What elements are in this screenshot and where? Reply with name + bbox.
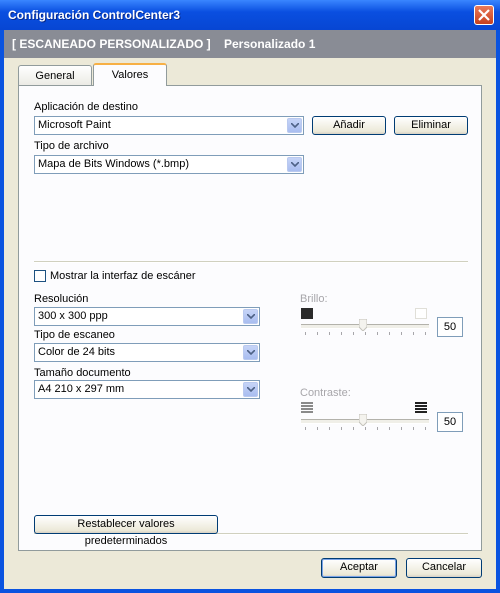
contrast-tick bbox=[341, 427, 342, 430]
scan-type-label: Tipo de escaneo bbox=[34, 329, 115, 341]
document-size-value: A4 210 x 297 mm bbox=[38, 383, 125, 395]
contrast-tick bbox=[305, 427, 306, 430]
file-type-select[interactable]: Mapa de Bits Windows (*.bmp) bbox=[34, 155, 304, 174]
contrast-tick bbox=[353, 427, 354, 430]
settings-panel: Aplicación de destino Microsoft Paint Añ… bbox=[18, 85, 482, 551]
resolution-label: Resolución bbox=[34, 293, 89, 305]
contrast-value[interactable]: 50 bbox=[437, 412, 463, 432]
dark-square-icon bbox=[301, 308, 313, 319]
dialog-body: [ ESCANEADO PERSONALIZADO ] Personalizad… bbox=[4, 30, 496, 589]
header-scan-type: [ ESCANEADO PERSONALIZADO ] bbox=[12, 37, 211, 51]
tab-valores-label: Valores bbox=[111, 69, 149, 81]
contrast-slider-thumb[interactable] bbox=[358, 413, 368, 427]
file-type-value: Mapa de Bits Windows (*.bmp) bbox=[38, 158, 189, 170]
close-button[interactable] bbox=[474, 5, 494, 25]
contrast-tick bbox=[377, 427, 378, 430]
contrast-tick bbox=[365, 427, 366, 430]
remove-button[interactable]: Eliminar bbox=[394, 116, 468, 135]
destination-app-label: Aplicación de destino bbox=[34, 101, 138, 113]
header-profile-name: Personalizado 1 bbox=[224, 37, 316, 51]
brightness-tick bbox=[341, 332, 342, 335]
brightness-tick bbox=[401, 332, 402, 335]
brightness-tick bbox=[329, 332, 330, 335]
show-scanner-interface-label[interactable]: Mostrar la interfaz de escáner bbox=[50, 270, 196, 282]
brightness-tick bbox=[365, 332, 366, 335]
chevron-down-icon[interactable] bbox=[243, 345, 258, 360]
add-button[interactable]: Añadir bbox=[312, 116, 386, 135]
document-size-select[interactable]: A4 210 x 297 mm bbox=[34, 380, 260, 399]
tab-valores[interactable]: Valores bbox=[93, 63, 167, 86]
contrast-tick bbox=[389, 427, 390, 430]
brightness-slider-thumb[interactable] bbox=[358, 318, 368, 332]
accept-button[interactable]: Aceptar bbox=[321, 558, 397, 578]
destination-app-select[interactable]: Microsoft Paint bbox=[34, 116, 304, 135]
chevron-down-icon[interactable] bbox=[287, 118, 302, 133]
brightness-tick bbox=[353, 332, 354, 335]
contrast-tick bbox=[413, 427, 414, 430]
close-icon bbox=[478, 9, 490, 21]
title-bar[interactable]: Configuración ControlCenter3 bbox=[0, 0, 500, 30]
divider bbox=[34, 261, 468, 263]
show-scanner-interface-checkbox[interactable] bbox=[34, 270, 46, 282]
destination-app-value: Microsoft Paint bbox=[38, 119, 111, 131]
window-title: Configuración ControlCenter3 bbox=[8, 8, 181, 22]
contrast-tick bbox=[317, 427, 318, 430]
cancel-button[interactable]: Cancelar bbox=[406, 558, 482, 578]
scan-type-value: Color de 24 bits bbox=[38, 346, 116, 358]
scan-type-select[interactable]: Color de 24 bits bbox=[34, 343, 260, 362]
low-contrast-icon bbox=[301, 402, 313, 413]
brightness-label: Brillo: bbox=[300, 293, 328, 305]
brightness-tick bbox=[317, 332, 318, 335]
brightness-tick bbox=[305, 332, 306, 335]
brightness-tick bbox=[377, 332, 378, 335]
light-square-icon bbox=[415, 308, 427, 319]
brightness-tick bbox=[413, 332, 414, 335]
dialog-window: Configuración ControlCenter3 [ ESCANEADO… bbox=[0, 0, 500, 593]
high-contrast-icon bbox=[415, 402, 427, 413]
tab-general[interactable]: General bbox=[18, 65, 92, 85]
file-type-label: Tipo de archivo bbox=[34, 140, 109, 152]
brightness-tick bbox=[389, 332, 390, 335]
contrast-tick bbox=[329, 427, 330, 430]
contrast-label: Contraste: bbox=[300, 387, 351, 399]
chevron-down-icon[interactable] bbox=[243, 382, 258, 397]
contrast-tick bbox=[401, 427, 402, 430]
resolution-value: 300 x 300 ppp bbox=[38, 310, 108, 322]
resolution-select[interactable]: 300 x 300 ppp bbox=[34, 307, 260, 326]
document-size-label: Tamaño documento bbox=[34, 367, 131, 379]
contrast-tick bbox=[425, 427, 426, 430]
chevron-down-icon[interactable] bbox=[243, 309, 258, 324]
brightness-tick bbox=[425, 332, 426, 335]
chevron-down-icon[interactable] bbox=[287, 157, 302, 172]
restore-defaults-button[interactable]: Restablecer valores predeterminados bbox=[34, 515, 218, 547]
section-header: [ ESCANEADO PERSONALIZADO ] Personalizad… bbox=[4, 30, 496, 58]
brightness-value[interactable]: 50 bbox=[437, 317, 463, 337]
tab-general-label: General bbox=[35, 70, 75, 82]
